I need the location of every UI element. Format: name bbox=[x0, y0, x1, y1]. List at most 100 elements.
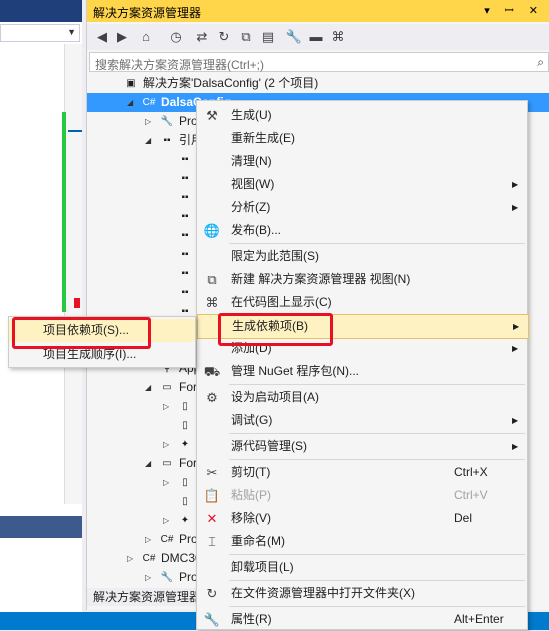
menu-item-label: 源代码管理(S) bbox=[231, 439, 307, 453]
menu-item-label: 在代码图上显示(C) bbox=[231, 295, 332, 309]
menu-item[interactable]: ⧉ 新建 解决方案资源管理器 视图(N) bbox=[197, 268, 527, 291]
chevron-down-icon: ▼ bbox=[67, 27, 76, 37]
file-icon: ▯ bbox=[182, 496, 188, 507]
submenu-arrow-icon: ▶ bbox=[512, 442, 519, 451]
menu-item-label: 调试(G) bbox=[231, 413, 273, 427]
output-panel bbox=[0, 538, 82, 610]
panel-window-buttons[interactable]: ▾ ꟷ ✕ bbox=[484, 3, 544, 18]
csharp-project-icon: C# bbox=[142, 97, 156, 108]
expander-arrow-icon[interactable]: ▷ bbox=[145, 112, 155, 131]
menu-item[interactable]: 视图(W) ▶ bbox=[197, 173, 527, 196]
expander-arrow-icon[interactable]: ◢ bbox=[145, 378, 155, 397]
menu-item[interactable]: 分析(Z) ▶ bbox=[197, 196, 527, 219]
reference-icon: ▪▪ bbox=[181, 173, 189, 184]
panel-title: 解决方案资源管理器 bbox=[93, 6, 202, 20]
back-icon[interactable]: ◀ bbox=[93, 28, 111, 46]
code-map-icon: ⌘ bbox=[205, 295, 219, 310]
nuget-icon: ⛟ bbox=[203, 364, 221, 379]
menu-item[interactable]: 🌐 发布(B)... bbox=[197, 219, 527, 242]
context-menu: ⚒ 生成(U) 重新生成(E) 清理(N) 视图(W) ▶ 分析(Z) ▶ 🌐 发布(B)... 限… bbox=[196, 100, 529, 631]
menu-item[interactable]: 源代码管理(S) ▶ bbox=[197, 435, 527, 458]
expander-arrow-icon[interactable]: ◢ bbox=[145, 131, 155, 150]
reference-icon: ▪▪ bbox=[181, 154, 189, 165]
menu-item[interactable]: ✕ 移除(V) Del bbox=[197, 507, 527, 530]
home-icon[interactable]: ⌂ bbox=[137, 28, 155, 46]
expander-arrow-icon[interactable]: ◢ bbox=[145, 454, 155, 473]
menu-item-label: 新建 解决方案资源管理器 视图(N) bbox=[231, 272, 411, 286]
search-icon[interactable]: ⌕ bbox=[537, 55, 544, 70]
collapse-all-icon[interactable]: ⧉ bbox=[237, 28, 255, 46]
menu-item[interactable]: ⚙ 设为启动项目(A) bbox=[197, 386, 527, 409]
expander-arrow-icon[interactable]: ▷ bbox=[145, 530, 155, 549]
menu-item[interactable]: 调试(G) ▶ bbox=[197, 409, 527, 432]
menu-item-label: 重命名(M) bbox=[231, 534, 285, 548]
wrench-icon: 🔧 bbox=[203, 612, 221, 627]
refresh-icon[interactable]: ↻ bbox=[215, 28, 233, 46]
code-map-icon[interactable]: ⌘ bbox=[329, 28, 347, 46]
submenu-arrow-icon: ▶ bbox=[512, 203, 519, 212]
rename-icon: ⌶ bbox=[208, 534, 216, 549]
menu-item[interactable]: 限定为此范围(S) bbox=[197, 245, 527, 268]
editor-member-combo[interactable]: ▼ bbox=[0, 24, 80, 42]
expander-arrow-icon[interactable]: ▷ bbox=[127, 549, 137, 568]
menu-item-label: 限定为此范围(S) bbox=[231, 249, 319, 263]
class-icon: ✦ bbox=[180, 439, 190, 450]
menu-item[interactable]: 重新生成(E) bbox=[197, 127, 527, 150]
menu-item[interactable]: ✂ 剪切(T) Ctrl+X bbox=[197, 461, 527, 484]
submenu-arrow-icon: ▶ bbox=[512, 344, 519, 353]
menu-item-label: 卸载项目(L) bbox=[231, 560, 294, 574]
cut-icon: ✂ bbox=[206, 465, 218, 480]
pending-changes-icon[interactable]: ◷ bbox=[167, 28, 185, 46]
tree-row[interactable]: ▣ 解决方案'DalsaConfig' (2 个项目) bbox=[87, 74, 549, 93]
menu-item[interactable]: ⌶ 重命名(M) bbox=[197, 530, 527, 553]
paste-icon: 📋 bbox=[203, 488, 221, 503]
callout-highlight-submenu bbox=[12, 317, 151, 349]
menu-item-label: 粘贴(P) bbox=[231, 488, 271, 502]
expander-arrow-icon[interactable]: ▷ bbox=[163, 473, 173, 492]
search-box[interactable]: 搜索解决方案资源管理器(Ctrl+;) ⌕ bbox=[89, 52, 549, 72]
editor-scrollbar[interactable] bbox=[64, 44, 82, 504]
properties-wrench-icon[interactable]: 🔧 bbox=[285, 28, 303, 46]
menu-separator bbox=[229, 580, 525, 581]
menu-item: 📋 粘贴(P) Ctrl+V bbox=[197, 484, 527, 507]
menu-item[interactable]: ⚒ 生成(U) bbox=[197, 104, 527, 127]
reference-icon: ▪▪ bbox=[181, 268, 189, 279]
preview-icon[interactable]: ▬ bbox=[307, 28, 325, 46]
show-all-files-icon[interactable]: ▤ bbox=[259, 28, 277, 46]
expander-arrow-icon[interactable]: ▷ bbox=[163, 435, 173, 454]
submenu-arrow-icon: ▶ bbox=[512, 180, 519, 189]
references-icon: ▪▪ bbox=[163, 135, 171, 146]
menu-item[interactable]: 清理(N) bbox=[197, 150, 527, 173]
menu-item[interactable]: ⛟ 管理 NuGet 程序包(N)... bbox=[197, 360, 527, 383]
menu-separator bbox=[229, 243, 525, 244]
output-panel-title bbox=[0, 516, 82, 538]
menu-item[interactable]: ⌘ 在代码图上显示(C) bbox=[197, 291, 527, 314]
menu-item-label: 属性(R) bbox=[231, 612, 272, 626]
expander-arrow-icon[interactable]: ▷ bbox=[145, 568, 155, 587]
menu-item-label: 设为启动项目(A) bbox=[231, 390, 319, 404]
build-icon: ⚒ bbox=[206, 108, 218, 123]
error-marker bbox=[74, 298, 80, 308]
refresh-folder-icon: ↻ bbox=[206, 586, 218, 601]
tree-row-label: 解决方案'DalsaConfig' (2 个项目) bbox=[143, 76, 319, 90]
file-icon: ▯ bbox=[182, 401, 188, 412]
reference-icon: ▪▪ bbox=[181, 230, 189, 241]
search-placeholder: 搜索解决方案资源管理器(Ctrl+;) bbox=[95, 58, 264, 72]
reference-icon: ▪▪ bbox=[181, 211, 189, 222]
expander-arrow-icon[interactable]: ◢ bbox=[127, 93, 137, 112]
expander-arrow-icon[interactable]: ▷ bbox=[163, 397, 173, 416]
forward-icon[interactable]: ▶ bbox=[113, 28, 131, 46]
expander-arrow-icon[interactable]: ▷ bbox=[163, 511, 173, 530]
menu-item-label: 在文件资源管理器中打开文件夹(X) bbox=[231, 586, 415, 600]
menu-item-label: 视图(W) bbox=[231, 177, 275, 191]
menu-item[interactable]: 🔧 属性(R) Alt+Enter bbox=[197, 608, 527, 631]
form-icon: ▭ bbox=[162, 382, 172, 393]
menu-item[interactable]: ↻ 在文件资源管理器中打开文件夹(X) bbox=[197, 582, 527, 605]
sync-icon[interactable]: ⇄ bbox=[193, 28, 211, 46]
menu-item[interactable]: 卸载项目(L) bbox=[197, 556, 527, 579]
panel-toolbar: ◀ ▶ ⌂ ◷ ⇄ ↻ ⧉ ▤ 🔧 ▬ ⌘ bbox=[87, 24, 549, 50]
menu-item-shortcut: Del bbox=[454, 511, 473, 525]
reference-icon: ▪▪ bbox=[181, 249, 189, 260]
menu-item-shortcut: Alt+Enter bbox=[454, 612, 504, 626]
wrench-icon: 🔧 bbox=[160, 572, 174, 583]
